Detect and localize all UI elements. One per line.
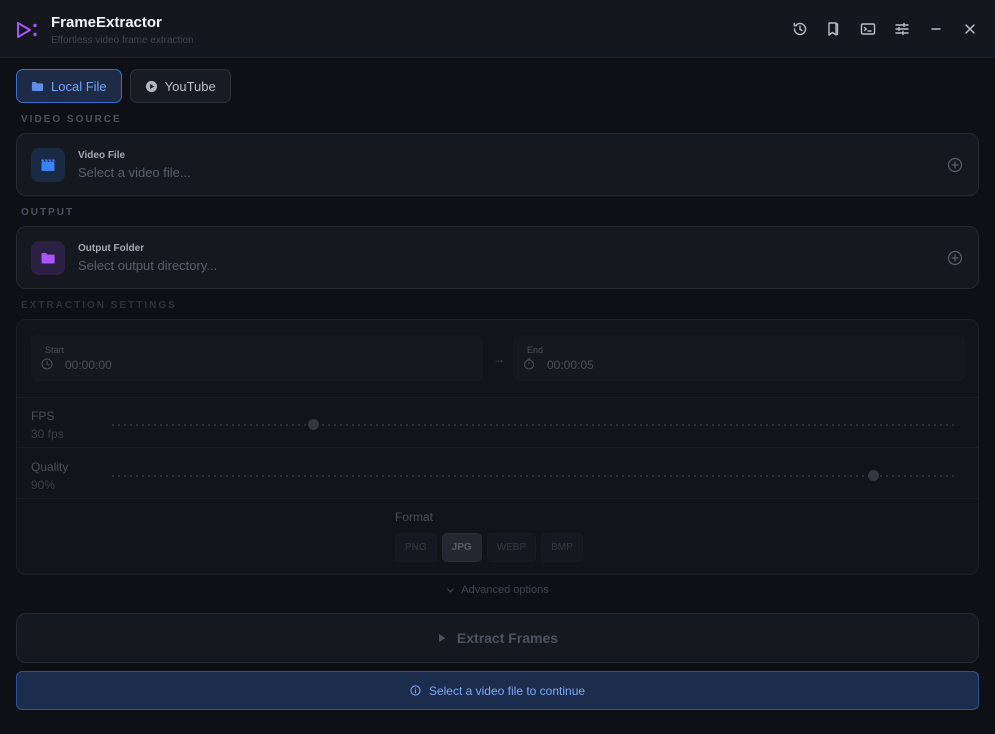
format-bmp[interactable]: BMP [541, 533, 583, 562]
clock-icon [41, 358, 53, 370]
start-time-value: 00:00:00 [65, 358, 112, 372]
format-webp[interactable]: WEBP [486, 533, 537, 562]
terminal-icon [860, 23, 876, 35]
end-time-field[interactable]: End 00:00:05 [513, 335, 965, 381]
history-icon [793, 22, 807, 36]
quality-value: 90% [31, 478, 56, 492]
format-label: Format [395, 510, 434, 524]
tab-youtube[interactable]: YouTube [129, 69, 231, 103]
extract-frames-button[interactable]: Extract Frames [16, 613, 979, 663]
video-file-picker[interactable]: Video File Select a video file... [16, 133, 979, 196]
tab-local-file[interactable]: Local File [16, 69, 122, 103]
close-button[interactable] [960, 19, 980, 39]
title-bar: FrameExtractor Effortless video frame ex… [0, 0, 995, 58]
quality-slider-thumb[interactable] [867, 470, 879, 481]
stopwatch-icon [523, 358, 535, 370]
sliders-icon [895, 22, 909, 36]
folder-icon [31, 81, 44, 91]
fps-value: 30 fps [31, 427, 64, 441]
plus-circle-icon[interactable] [947, 157, 963, 173]
plus-circle-icon[interactable] [947, 250, 963, 266]
app-title: FrameExtractor [51, 14, 162, 31]
end-time-value: 00:00:05 [547, 358, 594, 372]
quality-label: Quality [31, 460, 69, 474]
video-file-placeholder: Select a video file... [78, 165, 191, 180]
output-folder-label: Output Folder [78, 243, 145, 254]
format-png[interactable]: PNG [395, 533, 437, 562]
extraction-settings-section-label: EXTRACTION SETTINGS [21, 300, 177, 311]
fps-label: FPS [31, 409, 55, 423]
video-source-section-label: VIDEO SOURCE [21, 114, 122, 125]
output-folder-picker[interactable]: Output Folder Select output directory... [16, 226, 979, 289]
format-jpg[interactable]: JPG [441, 533, 482, 562]
start-time-field[interactable]: Start 00:00:00 [31, 335, 483, 381]
play-icon [438, 634, 446, 642]
status-notice-text: Select a video file to continue [428, 683, 586, 698]
chevron-down-icon [447, 588, 455, 593]
end-time-label: End [527, 345, 544, 355]
extraction-settings-panel: Start 00:00:00 → End 00:00:05 FPS 30 fps… [16, 319, 979, 575]
video-file-label: Video File [78, 150, 126, 161]
format-options: PNG JPG WEBP BMP [395, 533, 583, 562]
advanced-options-label: Advanced options [461, 584, 549, 596]
range-arrow: → [493, 352, 505, 366]
tab-local-file-label: Local File [51, 78, 107, 94]
video-file-icon-wrap [31, 148, 65, 182]
fps-slider-thumb[interactable] [308, 419, 320, 430]
bookmark-icon [828, 22, 839, 36]
fps-slider-track[interactable] [110, 424, 958, 426]
app-subtitle: Effortless video frame extraction [51, 35, 194, 46]
close-icon [965, 24, 975, 34]
minimize-button[interactable] [926, 19, 946, 39]
source-tabs: Local File YouTube [16, 69, 231, 103]
divider [17, 498, 978, 499]
advanced-options-toggle[interactable]: Advanced options [0, 584, 995, 596]
extraction-settings-content: Start 00:00:00 → End 00:00:05 FPS 30 fps… [17, 320, 978, 574]
clapperboard-icon [41, 159, 55, 171]
tab-youtube-label: YouTube [164, 78, 216, 94]
output-folder-placeholder: Select output directory... [78, 258, 218, 273]
settings-button[interactable] [892, 19, 912, 39]
divider [17, 397, 978, 398]
minimize-icon [931, 28, 941, 30]
extract-frames-label: Extract Frames [456, 630, 559, 646]
quality-slider-track[interactable] [110, 475, 958, 477]
bookmarks-button[interactable] [823, 19, 843, 39]
history-button[interactable] [790, 19, 810, 39]
output-folder-icon-wrap [31, 241, 65, 275]
play-circle-icon [145, 80, 157, 92]
info-icon [410, 685, 421, 696]
status-notice: Select a video file to continue [16, 671, 979, 710]
console-button[interactable] [858, 19, 878, 39]
output-section-label: OUTPUT [21, 207, 75, 218]
start-time-label: Start [45, 345, 65, 355]
app-logo-icon [17, 22, 37, 38]
folder-icon [41, 253, 55, 264]
divider [17, 447, 978, 448]
